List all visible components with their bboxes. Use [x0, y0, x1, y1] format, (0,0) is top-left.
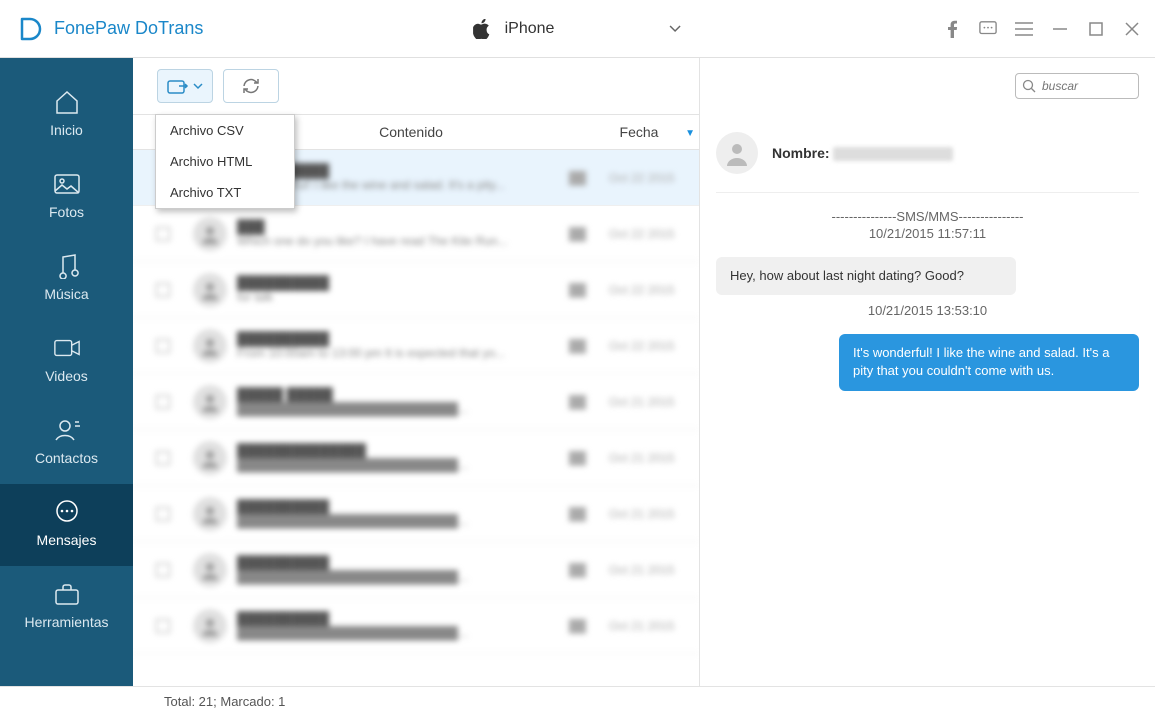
message-row[interactable]: ██████████From 10:00am to 13:00 pm It is…: [133, 318, 699, 374]
sms-divider: ---------------SMS/MMS---------------: [716, 209, 1139, 224]
timestamp: 10/21/2015 13:53:10: [716, 303, 1139, 318]
user-icon: [193, 273, 227, 307]
apple-icon: [473, 19, 491, 39]
facebook-icon[interactable]: [943, 20, 961, 38]
minimize-icon[interactable]: [1051, 20, 1069, 38]
sort-indicator-icon: ▼: [685, 128, 695, 139]
toolbar: [133, 58, 699, 114]
message-bubble-outgoing: It's wonderful! I like the wine and sala…: [839, 334, 1139, 390]
sidebar-item-label: Herramientas: [24, 614, 108, 630]
app-logo-icon: [14, 14, 44, 44]
sidebar-item-label: Contactos: [35, 450, 98, 466]
chevron-down-icon: [193, 81, 203, 91]
device-name: iPhone: [505, 20, 555, 38]
sidebar-item-label: Mensajes: [37, 532, 97, 548]
user-icon: [193, 553, 227, 587]
message-row[interactable]: ██████████for talk ██Oct 22 2015: [133, 262, 699, 318]
contact-name: Nombre:: [772, 145, 953, 161]
export-dropdown: Archivo CSV Archivo HTML Archivo TXT: [155, 114, 295, 209]
device-selector[interactable]: iPhone: [473, 19, 683, 39]
refresh-button[interactable]: [223, 69, 279, 103]
messages-icon: [53, 498, 81, 526]
titlebar: FonePaw DoTrans iPhone: [0, 0, 1155, 58]
contacts-icon: [53, 416, 81, 444]
message-row[interactable]: ███Which one do you like? I have read Th…: [133, 206, 699, 262]
user-icon: [193, 441, 227, 475]
message-row[interactable]: ████████████████████████████████████████…: [133, 430, 699, 486]
refresh-icon: [241, 77, 261, 95]
message-list-pane: Archivo CSV Archivo HTML Archivo TXT Con…: [133, 58, 700, 686]
home-icon: [53, 88, 81, 116]
message-row[interactable]: ████████████████████████████████████... …: [133, 542, 699, 598]
photos-icon: [53, 170, 81, 198]
sidebar-item-fotos[interactable]: Fotos: [0, 156, 133, 238]
row-checkbox[interactable]: [156, 507, 170, 521]
message-bubble-incoming: Hey, how about last night dating? Good?: [716, 257, 1016, 295]
export-option-txt[interactable]: Archivo TXT: [156, 177, 294, 208]
conversation: ---------------SMS/MMS--------------- 10…: [716, 193, 1139, 686]
search-icon: [1022, 79, 1036, 93]
tools-icon: [53, 580, 81, 608]
menu-icon[interactable]: [1015, 20, 1033, 38]
sidebar-item-herramientas[interactable]: Herramientas: [0, 566, 133, 648]
close-icon[interactable]: [1123, 20, 1141, 38]
feedback-icon[interactable]: [979, 20, 997, 38]
export-option-html[interactable]: Archivo HTML: [156, 146, 294, 177]
message-row[interactable]: ████████████████████████████████████... …: [133, 486, 699, 542]
conversation-pane: Nombre: ---------------SMS/MMS----------…: [700, 58, 1155, 686]
footer-text: Total: 21; Marcado: 1: [164, 694, 285, 709]
sidebar-item-mensajes[interactable]: Mensajes: [0, 484, 133, 566]
sidebar-item-musica[interactable]: Música: [0, 238, 133, 320]
row-checkbox[interactable]: [156, 395, 170, 409]
redacted-contact-value: [833, 147, 953, 161]
timestamp: 10/21/2015 11:57:11: [716, 226, 1139, 241]
contact-header: Nombre:: [716, 114, 1139, 193]
export-option-csv[interactable]: Archivo CSV: [156, 115, 294, 146]
sidebar-item-label: Inicio: [50, 122, 83, 138]
sidebar-item-inicio[interactable]: Inicio: [0, 74, 133, 156]
app-title: FonePaw DoTrans: [54, 18, 203, 39]
search-box[interactable]: [1015, 73, 1139, 99]
search-input[interactable]: [1042, 79, 1122, 93]
chevron-down-icon: [668, 22, 682, 36]
maximize-icon[interactable]: [1087, 20, 1105, 38]
row-checkbox[interactable]: [156, 451, 170, 465]
sidebar-item-label: Fotos: [49, 204, 84, 220]
message-list: ██████████It's wonderful! I like the win…: [133, 150, 699, 686]
col-date-header[interactable]: Fecha ▼: [579, 124, 699, 140]
sidebar-item-contactos[interactable]: Contactos: [0, 402, 133, 484]
export-button[interactable]: [157, 69, 213, 103]
user-icon: [193, 329, 227, 363]
status-footer: Total: 21; Marcado: 1: [0, 686, 1155, 716]
row-checkbox[interactable]: [156, 227, 170, 241]
user-icon: [193, 609, 227, 643]
sidebar: Inicio Fotos Música Videos Contactos: [0, 58, 133, 686]
user-icon: [193, 497, 227, 531]
user-icon: [193, 385, 227, 419]
sidebar-item-videos[interactable]: Videos: [0, 320, 133, 402]
export-icon: [167, 77, 189, 95]
row-checkbox[interactable]: [156, 619, 170, 633]
sidebar-item-label: Videos: [45, 368, 88, 384]
app-logo-wrap: FonePaw DoTrans: [14, 14, 203, 44]
row-checkbox[interactable]: [156, 283, 170, 297]
music-icon: [53, 252, 81, 280]
row-checkbox[interactable]: [156, 563, 170, 577]
window-controls: [943, 20, 1141, 38]
sidebar-item-label: Música: [44, 286, 88, 302]
row-checkbox[interactable]: [156, 339, 170, 353]
user-icon: [716, 132, 758, 174]
message-row[interactable]: ████████████████████████████████████... …: [133, 598, 699, 654]
user-icon: [193, 217, 227, 251]
videos-icon: [53, 334, 81, 362]
message-row[interactable]: █████ ███████████████████████████████...…: [133, 374, 699, 430]
